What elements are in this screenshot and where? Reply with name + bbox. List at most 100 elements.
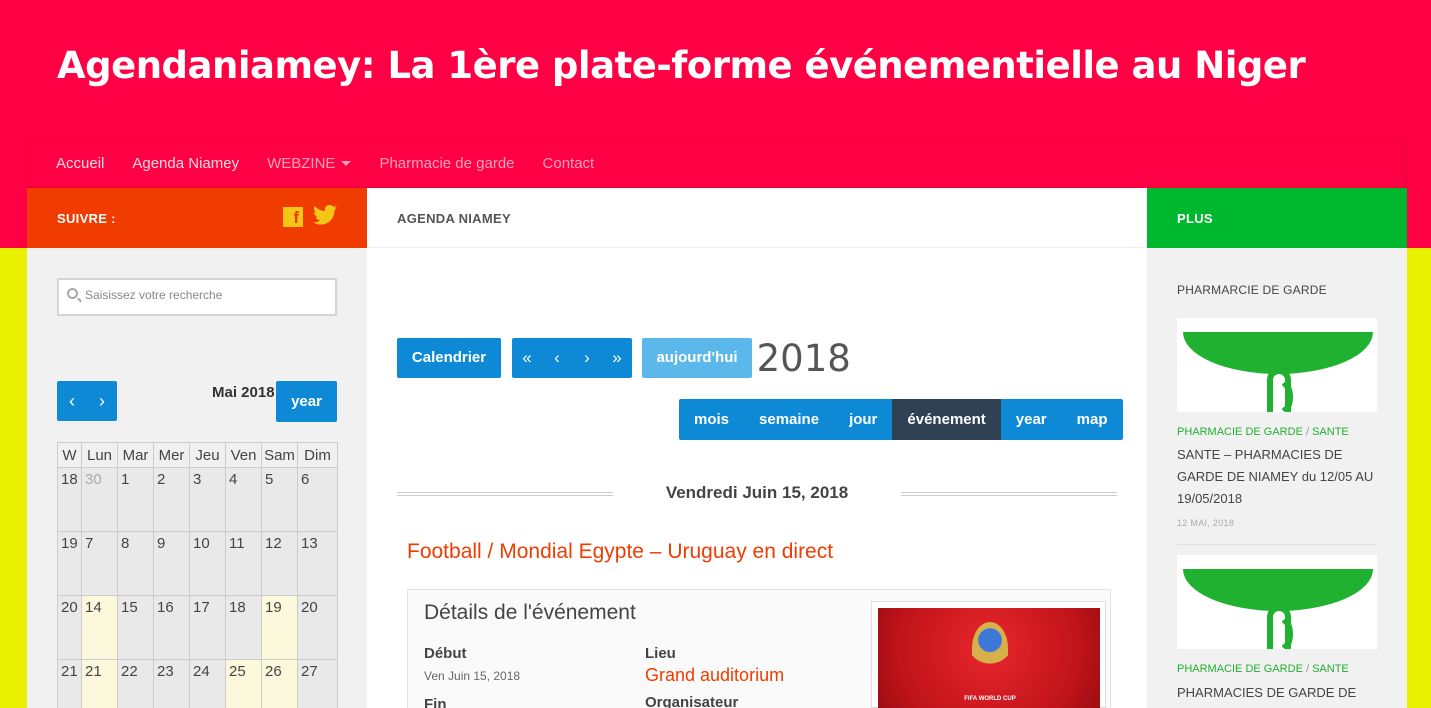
place-link[interactable]: Grand auditorium (645, 665, 784, 686)
place-label: Lieu (645, 645, 676, 662)
post-title[interactable]: SANTE – PHARMACIES DE GARDE DE NIAMEY du… (1177, 444, 1382, 510)
event-title-link[interactable]: Football / Mondial Egypte – Uruguay en d… (407, 540, 833, 564)
main-nav: Accueil Agenda Niamey WEBZINE Pharmacie … (27, 138, 1407, 188)
nav-item-pharmacie[interactable]: Pharmacie de garde (379, 155, 514, 172)
category-link[interactable]: PHARMACIE DE GARDE (1177, 426, 1303, 438)
mini-calendar: W Lun Mar Mer Jeu Ven Sam Dim 18 30 1 2 … (57, 442, 338, 708)
day-cell[interactable]: 6 (297, 467, 338, 532)
end-label: Fin (424, 696, 447, 708)
world-cup-trophy-icon (972, 622, 1008, 674)
mini-year-button[interactable]: year (276, 381, 337, 422)
event-details-heading: Détails de l'événement (424, 601, 636, 624)
view-map[interactable]: map (1062, 399, 1123, 440)
nav-item-webzine[interactable]: WEBZINE (267, 154, 352, 172)
content-header-label: AGENDA NIAMEY (397, 211, 511, 226)
site-title[interactable]: Agendaniamey: La 1ère plate-forme événem… (57, 44, 1306, 87)
nav-item-webzine-label: WEBZINE (267, 154, 336, 172)
prev-button[interactable]: ‹ (542, 338, 572, 378)
chevron-down-icon (341, 160, 352, 166)
day-cell[interactable]: 8 (117, 531, 154, 596)
facebook-icon[interactable]: f (283, 207, 303, 227)
day-cell[interactable]: 27 (297, 659, 338, 708)
today-button[interactable]: aujourd'hui (642, 338, 752, 378)
day-cell[interactable]: 18 (225, 595, 262, 660)
day-cell[interactable]: 12 (261, 531, 298, 596)
day-cell[interactable]: 5 (261, 467, 298, 532)
mini-prev-button[interactable]: ‹ (57, 381, 87, 421)
view-year[interactable]: year (1001, 399, 1062, 440)
view-week[interactable]: semaine (744, 399, 834, 440)
day-cell[interactable]: 16 (153, 595, 190, 660)
divider (901, 492, 1117, 496)
day-cell[interactable]: 2 (153, 467, 190, 532)
nav-item-contact[interactable]: Contact (543, 155, 595, 172)
view-switcher: mois semaine jour événement year map (679, 399, 1123, 440)
first-page-button[interactable]: « (512, 338, 542, 378)
post-thumbnail[interactable] (1177, 318, 1377, 412)
day-cell-with-event[interactable]: 26 (261, 659, 298, 708)
pharmacy-snake-icon (1279, 382, 1293, 412)
day-cell[interactable]: 23 (153, 659, 190, 708)
mini-calendar-nav: ‹ › (57, 381, 117, 421)
widget-title: PHARMARCIE DE GARDE (1177, 283, 1327, 297)
search-icon (67, 288, 78, 299)
organizer-label: Organisateur (645, 694, 739, 708)
mini-col-header: W (57, 442, 82, 468)
search-field[interactable] (57, 278, 337, 316)
day-cell[interactable]: 9 (153, 531, 190, 596)
view-event[interactable]: événement (892, 399, 1001, 440)
category-link[interactable]: SANTE (1312, 663, 1349, 675)
calendar-button[interactable]: Calendrier (397, 338, 501, 378)
view-day[interactable]: jour (834, 399, 892, 440)
day-cell[interactable]: 30 (81, 467, 118, 532)
day-cell[interactable]: 3 (189, 467, 226, 532)
day-cell[interactable]: 15 (117, 595, 154, 660)
view-month[interactable]: mois (679, 399, 744, 440)
post-thumbnail[interactable] (1177, 555, 1377, 649)
post-categories: PHARMACIE DE GARDE / SANTE (1177, 663, 1349, 675)
day-cell[interactable]: 10 (189, 531, 226, 596)
day-cell[interactable]: 24 (189, 659, 226, 708)
pharmacy-snake-icon (1279, 619, 1293, 649)
content-header: AGENDA NIAMEY (367, 188, 1147, 248)
right-sidebar-header: PLUS (1147, 188, 1407, 248)
day-cell[interactable]: 20 (297, 595, 338, 660)
mini-col-header: Mar (117, 442, 154, 468)
twitter-icon[interactable] (313, 205, 337, 227)
day-cell[interactable]: 7 (81, 531, 118, 596)
day-cell[interactable]: 4 (225, 467, 262, 532)
day-cell-with-event[interactable]: 21 (81, 659, 118, 708)
search-input[interactable] (85, 288, 325, 302)
day-cell[interactable]: 13 (297, 531, 338, 596)
last-page-button[interactable]: » (602, 338, 632, 378)
day-cell[interactable]: 11 (225, 531, 262, 596)
mini-col-header: Sam (261, 442, 298, 468)
mini-calendar-row: 21 21 22 23 24 25 26 27 (57, 659, 338, 708)
more-label: PLUS (1177, 211, 1213, 226)
day-cell[interactable]: 1 (117, 467, 154, 532)
nav-item-agenda[interactable]: Agenda Niamey (132, 155, 239, 172)
category-link[interactable]: PHARMACIE DE GARDE (1177, 663, 1303, 675)
mini-next-button[interactable]: › (87, 381, 117, 421)
mini-calendar-row: 18 30 1 2 3 4 5 6 (57, 467, 338, 532)
start-value: Ven Juin 15, 2018 (424, 669, 521, 683)
week-number: 18 (57, 467, 82, 532)
mini-calendar-header-row: W Lun Mar Mer Jeu Ven Sam Dim (57, 442, 338, 468)
day-title: Vendredi Juin 15, 2018 (665, 483, 849, 502)
nav-item-accueil[interactable]: Accueil (56, 155, 104, 172)
day-cell-with-event[interactable]: 19 (261, 595, 298, 660)
category-link[interactable]: SANTE (1312, 426, 1349, 438)
day-cell-with-event[interactable]: 25 (225, 659, 262, 708)
day-cell[interactable]: 22 (117, 659, 154, 708)
category-separator: / (1302, 663, 1313, 675)
poster-caption: FIFA WORLD CUP (964, 696, 1016, 702)
mini-col-header: Jeu (189, 442, 226, 468)
post-title[interactable]: PHARMACIES DE GARDE DE (1177, 682, 1382, 704)
mini-col-header: Mer (153, 442, 190, 468)
mini-calendar-row: 19 7 8 9 10 11 12 13 (57, 531, 338, 596)
day-cell[interactable]: 17 (189, 595, 226, 660)
divider (1177, 544, 1377, 545)
next-button[interactable]: › (572, 338, 602, 378)
calendar-nav-group: « ‹ › » (512, 338, 632, 378)
day-cell-with-event[interactable]: 14 (81, 595, 118, 660)
